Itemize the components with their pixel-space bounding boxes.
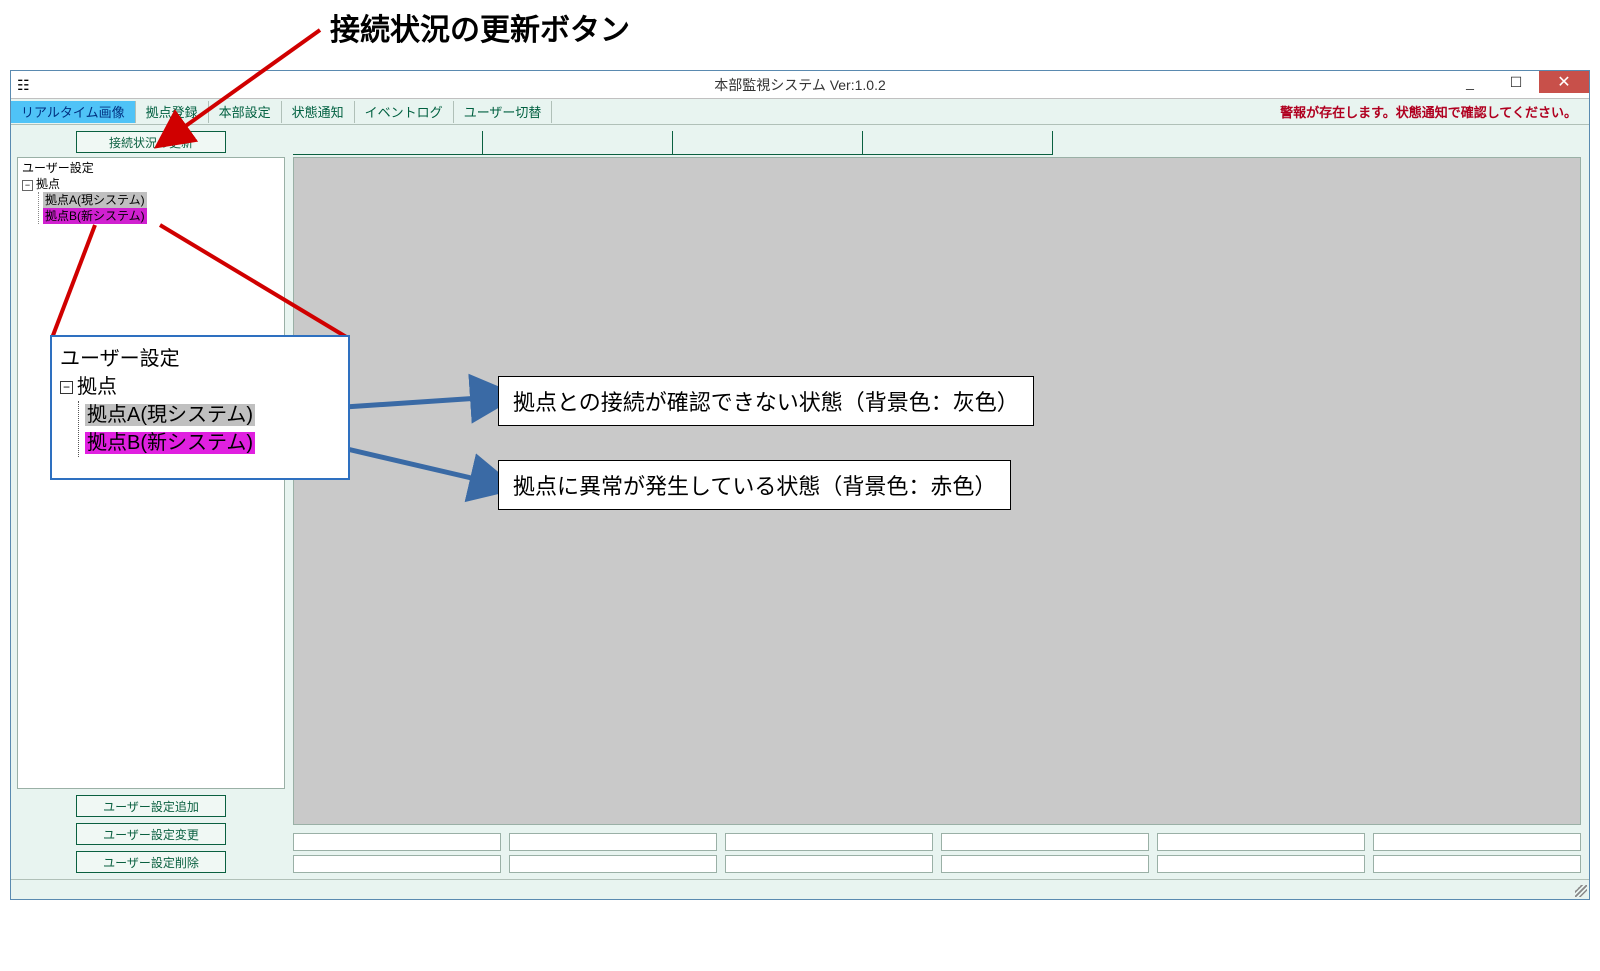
callout-gray: 拠点との接続が確認できない状態（背景色：灰色）	[498, 376, 1034, 426]
user-delete-button[interactable]: ユーザー設定削除	[76, 851, 226, 873]
user-add-button[interactable]: ユーザー設定追加	[76, 795, 226, 817]
toolbar-event-log[interactable]: イベントログ	[355, 101, 454, 123]
zoom-tree-item-user-settings: ユーザー設定	[60, 345, 340, 373]
tab-slot[interactable]	[673, 131, 863, 155]
zoom-tree-item-sites: −拠点 拠点A(現システム) 拠点B(新システム)	[60, 373, 340, 457]
window-title: 本部監視システム Ver:1.0.2	[11, 75, 1589, 95]
tree-leaf-site-a[interactable]: 拠点A(現システム)	[43, 192, 282, 208]
zoom-tree-label: ユーザー設定	[60, 348, 180, 370]
toolbar-realtime[interactable]: リアルタイム画像	[11, 101, 136, 123]
tree-item-sites[interactable]: −拠点 拠点A(現システム) 拠点B(新システム)	[22, 176, 282, 224]
toolbar-site-register[interactable]: 拠点登録	[136, 101, 209, 123]
tree-label: 拠点	[36, 177, 60, 191]
sidebar-bottom-buttons: ユーザー設定追加 ユーザー設定変更 ユーザー設定削除	[17, 795, 285, 873]
slot	[941, 855, 1149, 873]
callout-magenta: 拠点に異常が発生している状態（背景色：赤色）	[498, 460, 1011, 510]
slot	[1373, 855, 1581, 873]
slot	[509, 855, 717, 873]
toolbar-hq-settings[interactable]: 本部設定	[209, 101, 282, 123]
tree-leaf-label: 拠点B(新システム)	[43, 208, 147, 224]
slot	[725, 855, 933, 873]
tab-slot[interactable]	[863, 131, 1053, 155]
tree-leaf-label: 拠点A(現システム)	[43, 192, 147, 208]
tab-slot[interactable]	[483, 131, 673, 155]
user-edit-button[interactable]: ユーザー設定変更	[76, 823, 226, 845]
zoom-tree-leaf-label: 拠点A(現システム)	[85, 404, 255, 426]
zoom-tree-panel: ユーザー設定 −拠点 拠点A(現システム) 拠点B(新システム)	[50, 335, 350, 480]
titlebar: ☷ 本部監視システム Ver:1.0.2 _ ☐ ✕	[11, 71, 1589, 99]
slot	[1157, 833, 1365, 851]
bottom-grid	[293, 833, 1581, 873]
tree-item-user-settings[interactable]: ユーザー設定	[22, 160, 282, 176]
titlebar-buttons: _ ☐ ✕	[1447, 71, 1589, 99]
zoom-tree-label: 拠点	[77, 376, 117, 398]
zoom-tree-expander-icon: −	[60, 381, 73, 394]
tree-expander-icon[interactable]: −	[22, 180, 33, 191]
slot	[293, 833, 501, 851]
slot	[725, 833, 933, 851]
tree-leaf-site-b[interactable]: 拠点B(新システム)	[43, 208, 282, 224]
top-tab-row	[293, 131, 1581, 155]
slot	[1157, 855, 1365, 873]
annotation-title: 接続状況の更新ボタン	[330, 5, 630, 49]
app-icon: ☷	[17, 77, 33, 93]
zoom-tree-leaf-label: 拠点B(新システム)	[85, 432, 255, 454]
slot	[941, 833, 1149, 851]
tree-label: ユーザー設定	[22, 161, 94, 175]
slot	[1373, 833, 1581, 851]
minimize-button[interactable]: _	[1447, 71, 1493, 93]
toolbar-user-switch[interactable]: ユーザー切替	[454, 101, 553, 123]
statusbar	[11, 879, 1589, 899]
tab-slot[interactable]	[293, 131, 483, 155]
toolbar-status-notify[interactable]: 状態通知	[282, 101, 355, 123]
refresh-connection-button[interactable]: 接続状況の更新	[76, 131, 226, 153]
size-grip-icon[interactable]	[1575, 885, 1587, 897]
warning-message: 警報が存在します。状態通知で確認してください。	[1280, 102, 1577, 121]
maximize-button[interactable]: ☐	[1493, 71, 1539, 93]
close-button[interactable]: ✕	[1539, 71, 1589, 93]
slot	[509, 833, 717, 851]
zoom-tree-leaf-site-b: 拠点B(新システム)	[85, 429, 340, 457]
sidebar: 接続状況の更新 ユーザー設定 −拠点 拠点A(現システム) 拠点B(新シ	[11, 125, 291, 879]
zoom-tree-leaf-site-a: 拠点A(現システム)	[85, 401, 340, 429]
toolbar: リアルタイム画像 拠点登録 本部設定 状態通知 イベントログ ユーザー切替 警報…	[11, 99, 1589, 125]
slot	[293, 855, 501, 873]
